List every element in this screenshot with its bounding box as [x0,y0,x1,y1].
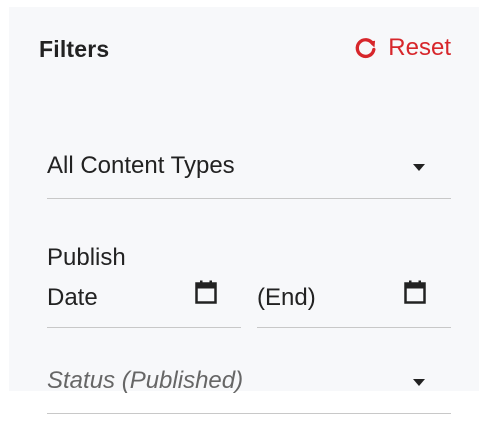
reset-label: Reset [388,34,451,61]
publish-date-label: Publish Date [47,244,126,311]
reset-button[interactable]: Reset [353,34,451,62]
status-select[interactable]: Status (Published) [47,357,451,414]
publish-date-start-field[interactable]: Publish Date [47,232,241,328]
end-date-label: (End) [257,284,316,311]
calendar-icon[interactable] [404,280,426,304]
filters-title: Filters [39,36,110,62]
status-placeholder: Status (Published) [47,367,244,394]
publish-date-end-field[interactable]: (End) [257,232,451,328]
caret-down-icon [413,379,425,386]
content-type-select[interactable]: All Content Types [47,142,451,199]
content-type-value: All Content Types [47,152,235,179]
calendar-icon[interactable] [195,280,217,304]
caret-down-icon [413,164,425,171]
refresh-icon [353,36,378,61]
filters-header: Filters Reset [39,30,451,70]
